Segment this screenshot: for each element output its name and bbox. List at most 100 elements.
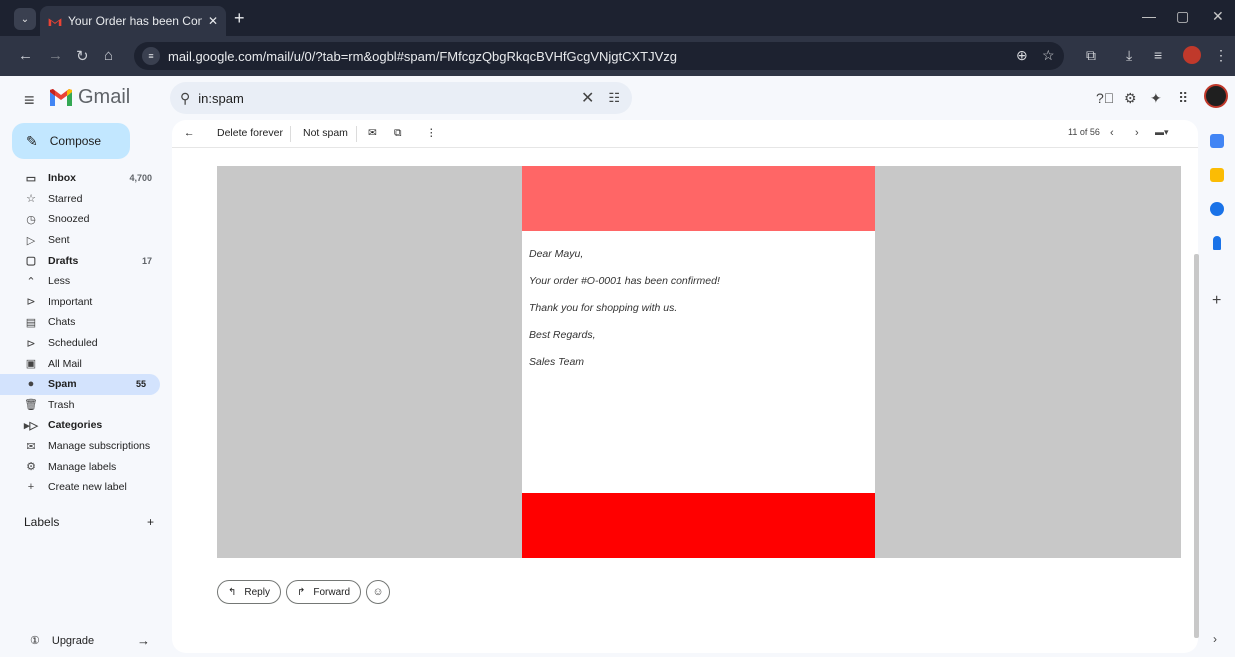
- new-tab-button[interactable]: +: [234, 8, 245, 29]
- compose-button[interactable]: ✎ Compose: [12, 123, 130, 159]
- sidebar-item-label: Trash: [48, 398, 75, 411]
- sidebar-item-snoozed[interactable]: ◷ Snoozed: [0, 209, 166, 230]
- browser-toolbar: ← → ↻ ⌂ ≡ mail.google.com/mail/u/0/?tab=…: [0, 36, 1235, 76]
- email-line: Your order #O-0001 has been confirmed!: [529, 275, 720, 287]
- labels-title: Labels: [24, 515, 60, 529]
- sidebar-item-inbox[interactable]: ▭ Inbox 4,700: [0, 168, 166, 189]
- search-bar[interactable]: ⚲ in:spam ✕ ☷: [170, 82, 632, 114]
- sidebar-item-label: Chats: [48, 316, 76, 329]
- email-footer-banner: [522, 493, 875, 558]
- sidebar-item-label: Less: [48, 275, 71, 288]
- gear-icon: ⚙: [26, 461, 36, 474]
- reading-list-icon[interactable]: ≡: [1154, 47, 1162, 63]
- tab-close-icon[interactable]: ✕: [208, 14, 218, 28]
- sidebar-item-chats[interactable]: ▤ Chats: [0, 312, 166, 333]
- sidebar-item-starred[interactable]: ☆ Starred: [0, 189, 166, 210]
- reply-label: Reply: [244, 586, 270, 598]
- keep-icon[interactable]: [1210, 168, 1224, 182]
- sidebar-item-label: Scheduled: [48, 337, 98, 350]
- scheduled-icon: ⊳: [26, 337, 36, 350]
- close-window-button[interactable]: ✕: [1212, 8, 1224, 25]
- older-chevron-icon[interactable]: ›: [1135, 127, 1139, 139]
- all-mail-icon: ▣: [25, 358, 37, 371]
- not-spam-button[interactable]: Not spam: [303, 127, 348, 139]
- gemini-icon[interactable]: ✦: [1150, 90, 1162, 107]
- sidebar-item-spam[interactable]: ● Spam 55: [0, 373, 160, 395]
- search-input[interactable]: in:spam: [198, 91, 581, 106]
- bookmark-star-icon[interactable]: ☆: [1042, 47, 1055, 64]
- delete-forever-button[interactable]: Delete forever: [217, 127, 283, 139]
- download-icon[interactable]: ⤓: [1126, 47, 1132, 64]
- gmail-app: ≡ Gmail ⚲ in:spam ✕ ☷ ?⃝ ⚙ ✦ ⠿ ✎ Compose…: [0, 76, 1235, 657]
- upgrade-icon: ①: [30, 635, 40, 647]
- trash-icon: 🗑: [24, 399, 38, 412]
- tab-search-button[interactable]: ⌄: [14, 8, 36, 30]
- sidebar-item-label: Important: [48, 295, 93, 308]
- newer-chevron-icon[interactable]: ‹: [1110, 127, 1114, 139]
- sidebar-item-sent[interactable]: ▷ Sent: [0, 230, 166, 251]
- apps-grid-icon[interactable]: ⠿: [1178, 90, 1188, 107]
- upgrade-button[interactable]: ① Upgrade →: [30, 633, 150, 648]
- tab-title: Your Order has been Confirmed: [68, 14, 202, 28]
- account-avatar[interactable]: [1204, 84, 1228, 108]
- scrollbar[interactable]: [1194, 254, 1199, 638]
- input-tools-icon[interactable]: ▬▾: [1155, 127, 1169, 138]
- reload-icon[interactable]: ↻: [76, 47, 89, 65]
- clock-icon: ◷: [26, 213, 36, 226]
- spam-icon: ●: [27, 378, 35, 391]
- forward-arrow-icon[interactable]: →: [48, 47, 63, 64]
- email-greeting: Dear Mayu,: [529, 248, 584, 260]
- toolbar-divider: [356, 126, 357, 142]
- sidebar-item-important[interactable]: ⊳ Important: [0, 292, 166, 313]
- sidebar-item-label: All Mail: [48, 357, 82, 370]
- forward-button[interactable]: ↱ Forward: [285, 580, 362, 604]
- mark-unread-icon[interactable]: ✉: [368, 127, 377, 139]
- sidebar-item-manage-labels[interactable]: ⚙ Manage labels: [0, 456, 166, 477]
- home-icon[interactable]: ⌂: [104, 47, 113, 64]
- browser-profile-avatar[interactable]: [1183, 46, 1201, 64]
- minimize-button[interactable]: —: [1142, 8, 1156, 24]
- back-to-list-icon[interactable]: ←: [184, 127, 195, 139]
- address-bar[interactable]: ≡ mail.google.com/mail/u/0/?tab=rm&ogbl#…: [134, 42, 1064, 70]
- zoom-icon[interactable]: ⊕: [1016, 47, 1028, 64]
- more-options-icon[interactable]: ⋮: [426, 127, 437, 139]
- calendar-icon[interactable]: [1210, 134, 1224, 148]
- sidebar-item-manage-subscriptions[interactable]: ✉ Manage subscriptions: [0, 436, 166, 457]
- settings-gear-icon[interactable]: ⚙: [1124, 90, 1137, 107]
- sidebar-item-label: Drafts: [48, 254, 79, 267]
- sidebar-item-scheduled[interactable]: ⊳ Scheduled: [0, 333, 166, 354]
- move-to-icon[interactable]: ⧉: [394, 127, 402, 140]
- extensions-icon[interactable]: ⧉: [1086, 47, 1096, 64]
- site-info-icon[interactable]: ≡: [142, 47, 160, 65]
- tasks-icon[interactable]: [1210, 202, 1224, 216]
- sidebar-item-create-new-label[interactable]: + Create new label: [0, 477, 166, 498]
- add-label-icon[interactable]: +: [147, 515, 154, 529]
- sidebar-item-less[interactable]: ⌃ Less: [0, 271, 166, 292]
- maximize-button[interactable]: ▢: [1176, 8, 1189, 25]
- contacts-icon[interactable]: [1213, 236, 1221, 250]
- reply-button[interactable]: ↰ Reply: [217, 580, 281, 604]
- gmail-logo[interactable]: Gmail: [50, 86, 130, 109]
- search-options-icon[interactable]: ☷: [608, 90, 620, 106]
- email-text: Dear Mayu, Your order #O-0001 has been c…: [529, 248, 720, 383]
- important-icon: ⊳: [26, 296, 36, 309]
- emoji-reaction-icon[interactable]: ☺: [366, 580, 391, 604]
- sidebar-item-categories[interactable]: ▸▷ Categories: [0, 415, 166, 436]
- sidebar-item-all-mail[interactable]: ▣ All Mail: [0, 353, 166, 374]
- search-icon[interactable]: ⚲: [180, 90, 190, 107]
- sidebar-nav: ▭ Inbox 4,700 ☆ Starred ◷ Snoozed ▷ Sent ▢ Drafts 1…: [0, 168, 166, 498]
- sidebar-item-count: 4,700: [129, 173, 152, 184]
- sidebar-item-label: Manage subscriptions: [48, 440, 151, 453]
- browser-menu-icon[interactable]: ⋮: [1214, 47, 1228, 64]
- sidebar-item-drafts[interactable]: ▢ Drafts 17: [0, 250, 166, 271]
- sidebar-item-label: Manage labels: [48, 460, 117, 473]
- sidebar-item-trash[interactable]: 🗑 Trash: [0, 395, 166, 416]
- help-icon[interactable]: ?⃝: [1096, 90, 1114, 106]
- browser-tab[interactable]: Your Order has been Confirmed ✕: [40, 6, 226, 36]
- add-addon-icon[interactable]: +: [1212, 292, 1221, 310]
- collapse-panel-icon[interactable]: ›: [1213, 632, 1217, 646]
- clear-search-icon[interactable]: ✕: [581, 88, 594, 108]
- sidebar-item-label: Categories: [48, 419, 103, 432]
- main-menu-icon[interactable]: ≡: [24, 90, 35, 111]
- back-arrow-icon[interactable]: ←: [18, 47, 33, 64]
